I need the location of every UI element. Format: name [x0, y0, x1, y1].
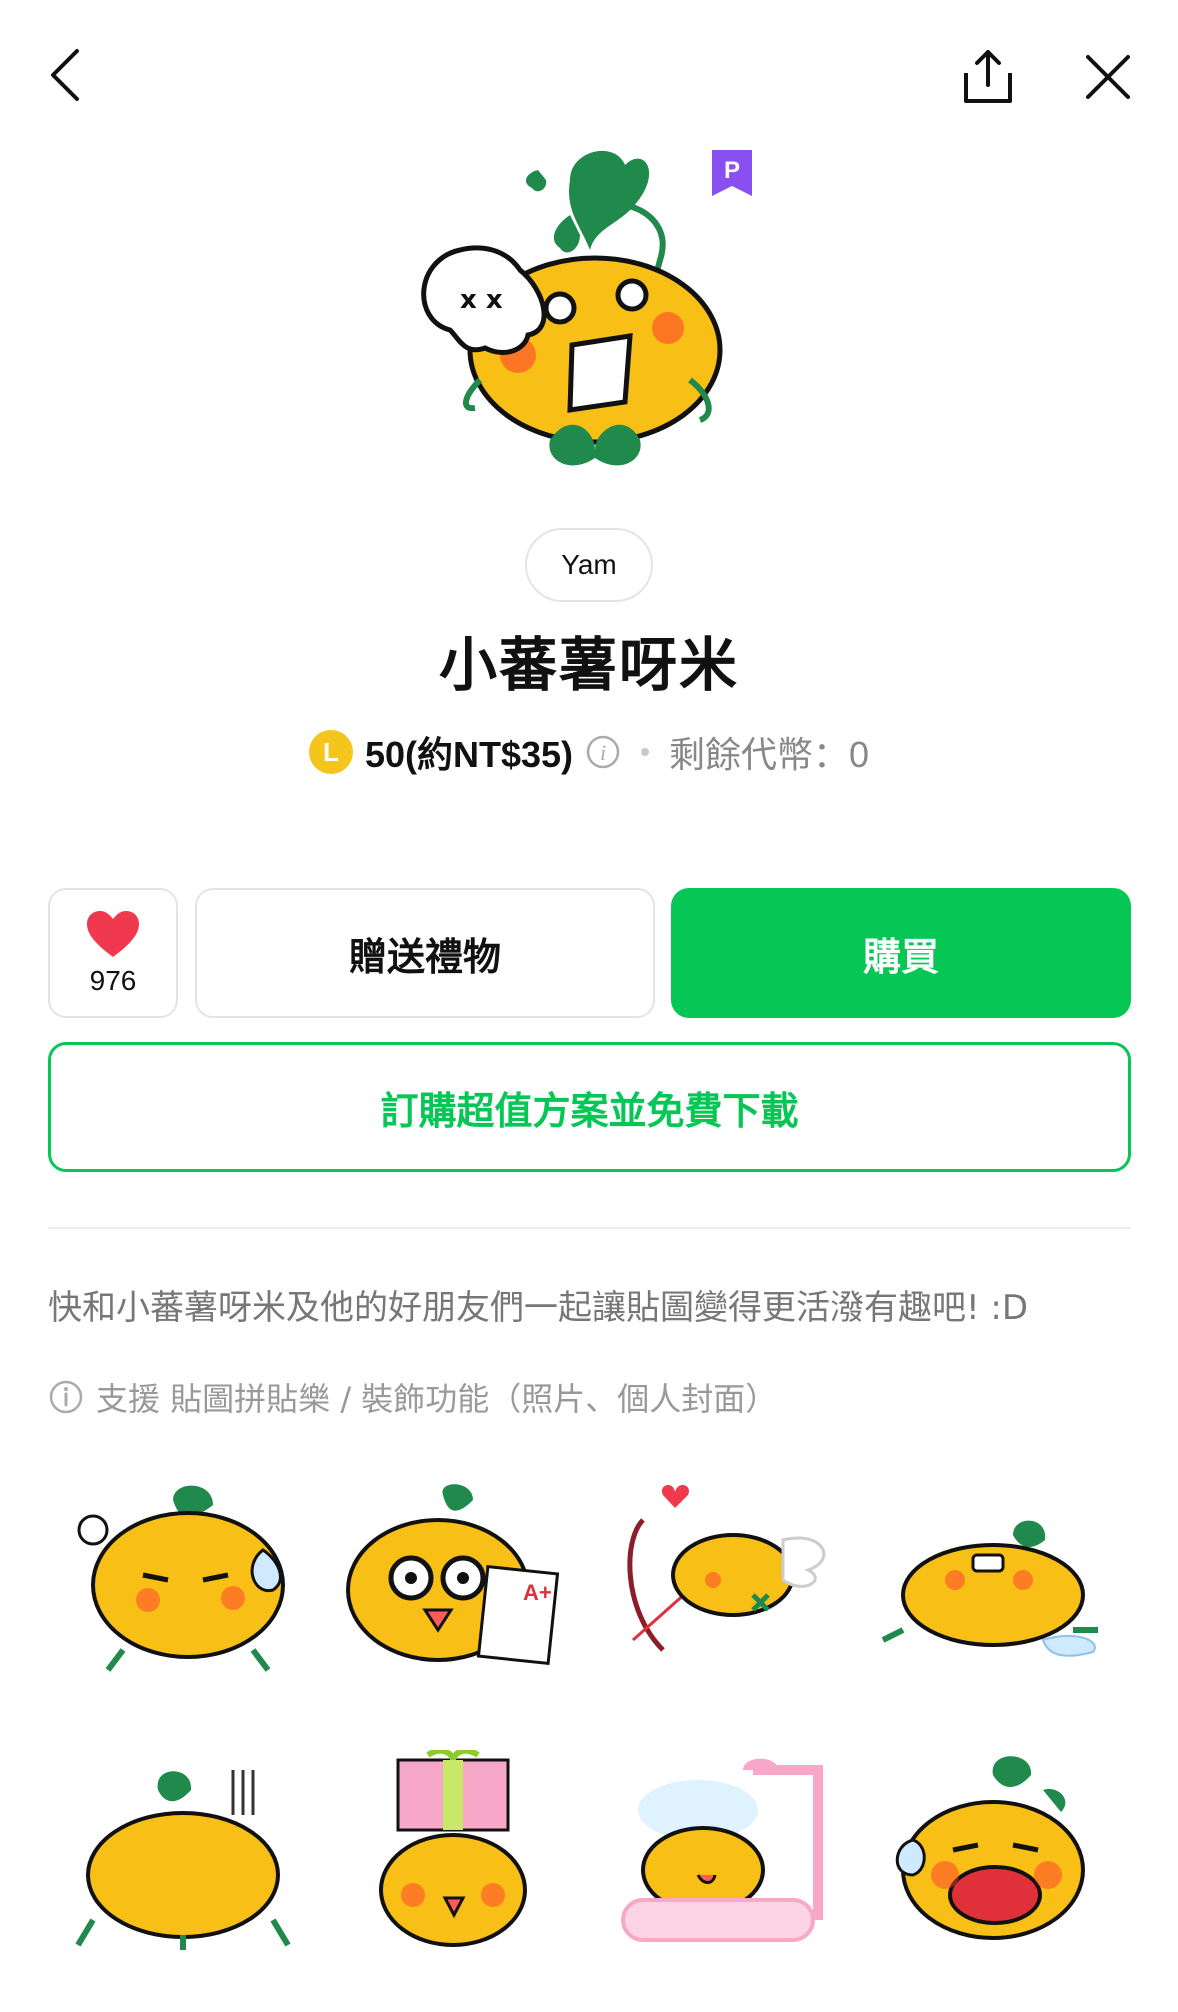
premium-badge-icon: P — [712, 150, 752, 196]
remaining-coins: 剩餘代幣：0 — [669, 734, 870, 775]
info-icon — [49, 1380, 83, 1414]
like-count: 976 — [89, 965, 137, 996]
sticker-back-view[interactable] — [48, 1730, 318, 1970]
back-button[interactable] — [30, 30, 100, 120]
page-title: 小蕃薯呀米 — [438, 631, 739, 699]
line-coin-icon: L — [308, 730, 353, 774]
main-sticker-image: x x — [420, 140, 760, 510]
top-bar — [0, 0, 1178, 150]
close-icon — [1086, 55, 1130, 99]
info-icon[interactable]: i — [585, 734, 621, 770]
sticker-crying-loud[interactable] — [858, 1730, 1128, 1970]
sticker-annoyed[interactable] — [48, 1460, 318, 1700]
svg-text:x x: x x — [460, 285, 503, 315]
chevron-left-icon — [51, 49, 79, 101]
support-note: 支援 貼圖拼貼樂 / 裝飾功能（照片、個人封面） — [48, 1372, 1148, 1422]
author-chip[interactable]: Yam — [525, 528, 653, 602]
like-button[interactable]: 976 — [48, 888, 178, 1018]
gift-button[interactable]: 贈送禮物 — [195, 888, 655, 1018]
share-button[interactable] — [948, 32, 1028, 122]
buy-button[interactable]: 購買 — [671, 888, 1131, 1018]
sticker-bath[interactable] — [588, 1730, 858, 1970]
sticker-grid: A+ — [48, 1460, 1131, 1970]
separator-dot — [641, 748, 650, 756]
sticker-glasses-test[interactable]: A+ — [318, 1460, 588, 1700]
sticker-description: 快和小蕃薯呀米及他的好朋友們一起讓貼圖變得更活潑有趣吧! :D — [48, 1288, 1029, 1328]
support-note-text: 支援 貼圖拼貼樂 / 裝飾功能（照片、個人封面） — [96, 1380, 778, 1418]
svg-text:P: P — [724, 157, 740, 184]
price-label: 50(約NT$35) — [364, 734, 574, 775]
heart-icon — [87, 911, 139, 957]
svg-text:A+: A+ — [523, 1580, 552, 1605]
sticker-cupid[interactable] — [588, 1460, 858, 1700]
sticker-gift-box[interactable] — [318, 1730, 588, 1970]
share-icon — [964, 50, 1012, 103]
svg-text:i: i — [600, 740, 606, 765]
sticker-lying-crying[interactable] — [858, 1460, 1128, 1700]
subscribe-button[interactable]: 訂購超值方案並免費下載 — [48, 1042, 1131, 1172]
price-row: L 50(約NT$35) i 剩餘代幣：0 — [0, 722, 1178, 782]
divider — [48, 1227, 1131, 1229]
close-button[interactable] — [1068, 32, 1148, 122]
